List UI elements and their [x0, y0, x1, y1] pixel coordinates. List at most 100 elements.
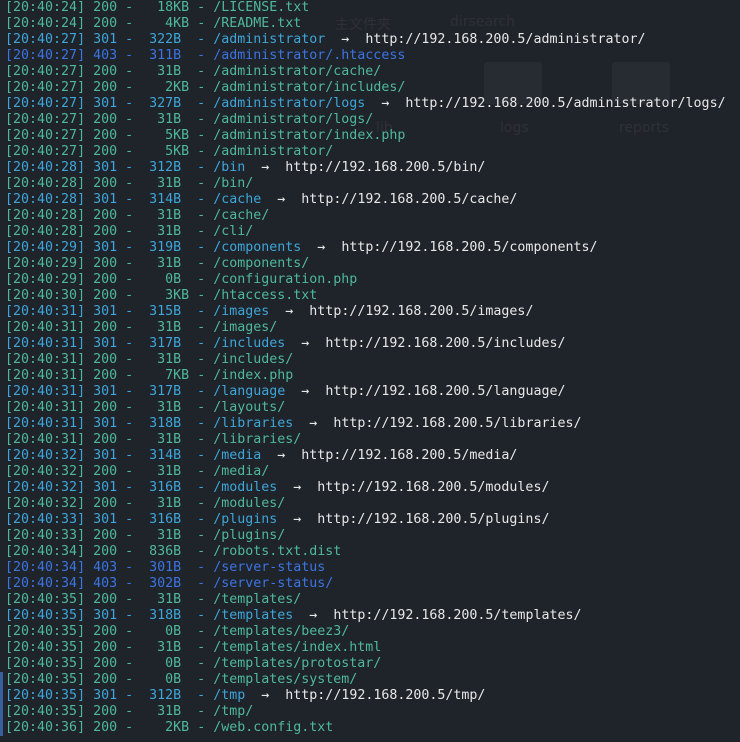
response-size: 31B — [157, 64, 182, 79]
output-line: [20:40:29] 301 - 319B - /components → ht… — [5, 240, 598, 255]
output-line: [20:40:35] 200 - 0B - /templates/protost… — [5, 656, 382, 671]
output-line: [20:40:31] 200 - 7KB - /index.php — [5, 368, 294, 383]
redirect-url: http://192.168.200.5/bin/ — [285, 160, 486, 175]
path: /tmp — [213, 688, 246, 703]
response-size: 314B — [149, 448, 182, 463]
response-size: 327B — [149, 96, 182, 111]
status-code: 200 — [93, 0, 118, 15]
path: /language — [213, 384, 286, 399]
redirect-url: http://192.168.200.5/language/ — [325, 384, 566, 399]
response-size: 31B — [157, 208, 182, 223]
timestamp: 20:40:27 — [13, 48, 78, 63]
timestamp: 20:40:34 — [13, 576, 78, 591]
timestamp: 20:40:31 — [13, 384, 78, 399]
response-size: 31B — [157, 112, 182, 127]
status-code: 200 — [93, 656, 118, 671]
response-size: 31B — [157, 176, 182, 191]
path: /images — [213, 304, 270, 319]
path: /images/ — [213, 320, 278, 335]
status-code: 301 — [93, 480, 118, 495]
status-code: 403 — [93, 576, 118, 591]
timestamp: 20:40:30 — [13, 288, 78, 303]
status-code: 200 — [93, 720, 118, 735]
status-code: 200 — [93, 224, 118, 239]
path: /media/ — [213, 464, 270, 479]
arrow-icon: → — [309, 608, 318, 623]
output-line: [20:40:28] 200 - 31B - /bin/ — [5, 176, 254, 191]
path: /plugins/ — [213, 528, 286, 543]
output-line: [20:40:34] 403 - 301B - /server-status — [5, 560, 326, 575]
response-size: 0B — [165, 656, 182, 671]
path: /bin/ — [213, 176, 254, 191]
status-code: 301 — [93, 384, 118, 399]
timestamp: 20:40:31 — [13, 416, 78, 431]
path: /templates/beez3/ — [213, 624, 350, 639]
output-line: [20:40:27] 200 - 31B - /administrator/ca… — [5, 64, 382, 79]
arrow-icon: → — [293, 512, 302, 527]
response-size: 302B — [149, 576, 182, 591]
timestamp: 20:40:31 — [13, 336, 78, 351]
response-size: 0B — [165, 672, 182, 687]
arrow-icon: → — [341, 32, 350, 47]
arrow-icon: → — [381, 96, 390, 111]
path: /templates/ — [213, 592, 302, 607]
response-size: 319B — [149, 240, 182, 255]
redirect-url: http://192.168.200.5/administrator/logs/ — [405, 96, 726, 111]
status-code: 200 — [93, 704, 118, 719]
output-line: [20:40:35] 200 - 0B - /templates/system/ — [5, 672, 358, 687]
timestamp: 20:40:29 — [13, 256, 78, 271]
arrow-icon: → — [277, 448, 286, 463]
timestamp: 20:40:31 — [13, 320, 78, 335]
timestamp: 20:40:35 — [13, 672, 78, 687]
output-line: [20:40:27] 301 - 327B - /administrator/l… — [5, 96, 726, 111]
timestamp: 20:40:27 — [13, 96, 78, 111]
response-size: 31B — [157, 256, 182, 271]
timestamp: 20:40:31 — [13, 368, 78, 383]
response-size: 312B — [149, 688, 182, 703]
response-size: 322B — [149, 32, 182, 47]
output-line: [20:40:29] 200 - 0B - /configuration.php — [5, 272, 358, 287]
response-size: 31B — [157, 592, 182, 607]
output-line: [20:40:34] 200 - 836B - /robots.txt.dist — [5, 544, 342, 559]
status-code: 301 — [93, 240, 118, 255]
arrow-icon: → — [261, 160, 270, 175]
timestamp: 20:40:35 — [13, 624, 78, 639]
path: /LICENSE.txt — [213, 0, 310, 15]
status-code: 403 — [93, 560, 118, 575]
timestamp: 20:40:28 — [13, 192, 78, 207]
path: /README.txt — [213, 16, 302, 31]
path: /administrator/logs/ — [213, 112, 374, 127]
output-line: [20:40:29] 200 - 31B - /components/ — [5, 256, 310, 271]
timestamp: 20:40:27 — [13, 144, 78, 159]
timestamp: 20:40:35 — [13, 704, 78, 719]
response-size: 31B — [157, 432, 182, 447]
response-size: 0B — [165, 272, 182, 287]
timestamp: 20:40:29 — [13, 240, 78, 255]
path: /modules — [213, 480, 278, 495]
output-line: [20:40:32] 301 - 314B - /media → http://… — [5, 448, 518, 463]
path: /bin — [213, 160, 246, 175]
path: /components — [213, 240, 302, 255]
status-code: 301 — [93, 96, 118, 111]
path: /templates/index.html — [213, 640, 382, 655]
status-code: 200 — [93, 400, 118, 415]
status-code: 200 — [93, 176, 118, 191]
status-code: 200 — [93, 496, 118, 511]
path: /administrator/includes/ — [213, 80, 406, 95]
status-code: 403 — [93, 48, 118, 63]
status-code: 301 — [93, 416, 118, 431]
output-line: [20:40:30] 200 - 3KB - /htaccess.txt — [5, 288, 318, 303]
redirect-url: http://192.168.200.5/includes/ — [325, 336, 566, 351]
timestamp: 20:40:32 — [13, 464, 78, 479]
output-line: [20:40:24] 200 - 4KB - /README.txt — [5, 16, 302, 31]
timestamp: 20:40:35 — [13, 608, 78, 623]
path: /robots.txt.dist — [213, 544, 342, 559]
response-size: 836B — [149, 544, 182, 559]
response-size: 0B — [165, 624, 182, 639]
output-line: [20:40:34] 403 - 302B - /server-status/ — [5, 576, 334, 591]
status-code: 301 — [93, 304, 118, 319]
redirect-url: http://192.168.200.5/media/ — [301, 448, 518, 463]
output-line: [20:40:35] 301 - 312B - /tmp → http://19… — [5, 688, 486, 703]
redirect-url: http://192.168.200.5/templates/ — [333, 608, 582, 623]
response-size: 31B — [157, 224, 182, 239]
